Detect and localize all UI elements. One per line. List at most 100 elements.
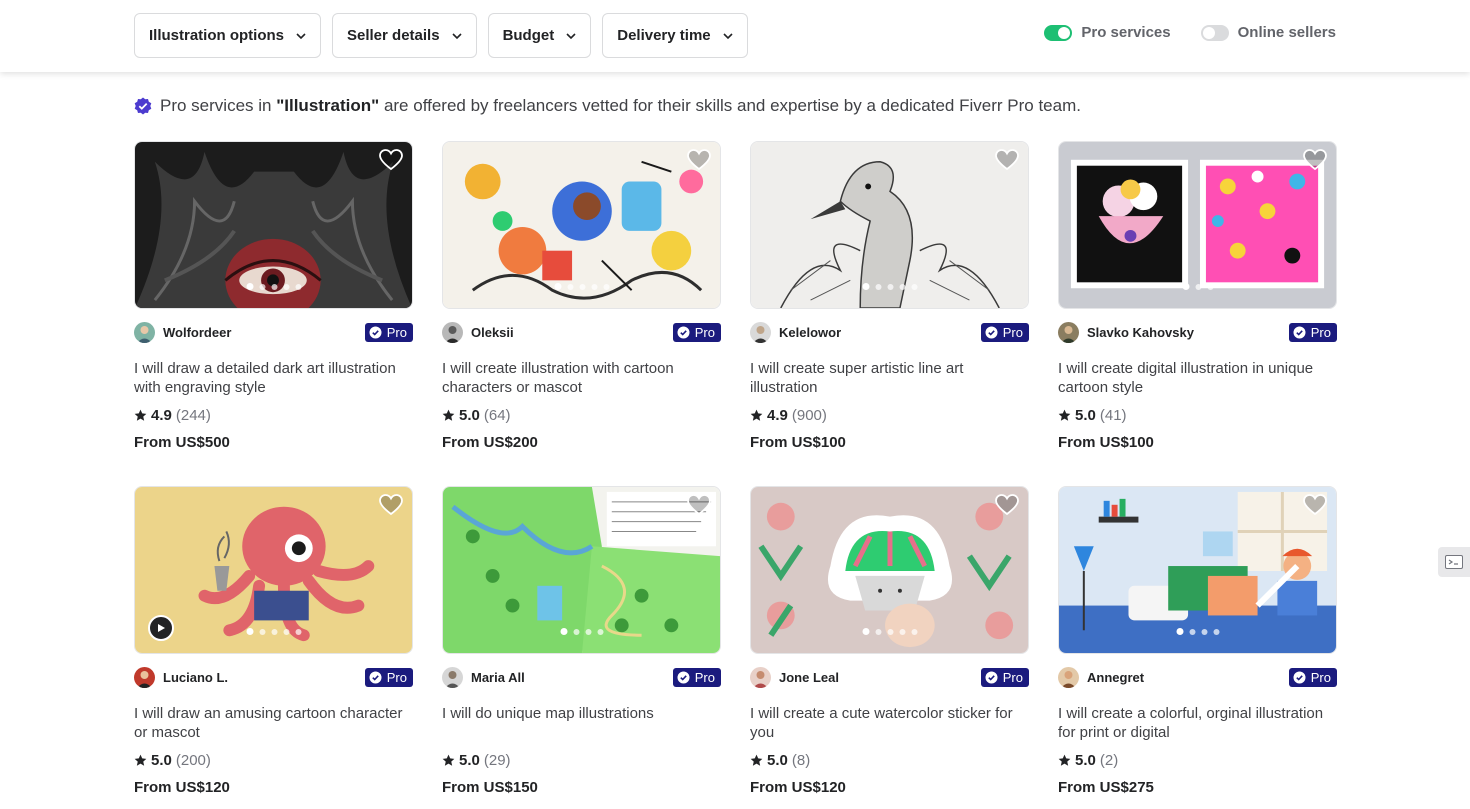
carousel-dots[interactable]: [554, 283, 609, 290]
gig-thumbnail[interactable]: [134, 141, 413, 309]
gig-thumbnail[interactable]: [442, 486, 721, 654]
gig-title[interactable]: I will do unique map illustrations: [442, 704, 721, 742]
gig-price[interactable]: From US$500: [134, 434, 413, 451]
seller-row: Kelelowor Pro: [750, 321, 1029, 343]
gig-card[interactable]: Annegret Pro I will create a colorful, o…: [1058, 486, 1337, 809]
seller-name[interactable]: Oleksii: [471, 325, 673, 340]
seller-name[interactable]: Annegret: [1087, 670, 1289, 685]
carousel-dots[interactable]: [1182, 283, 1213, 290]
gig-title[interactable]: I will draw an amusing cartoon character…: [134, 704, 413, 742]
heart-icon[interactable]: [995, 494, 1019, 516]
rating-score: 5.0: [1075, 407, 1096, 424]
seller-name[interactable]: Wolfordeer: [163, 325, 365, 340]
avatar[interactable]: [134, 321, 155, 343]
avatar[interactable]: [750, 666, 771, 688]
star-icon: [134, 409, 147, 421]
pro-services-toggle[interactable]: Pro services: [1044, 24, 1171, 41]
gig-card[interactable]: Oleksii Pro I will create illustration w…: [442, 141, 721, 464]
gig-title[interactable]: I will create super artistic line art il…: [750, 359, 1029, 397]
carousel-dots[interactable]: [246, 628, 301, 635]
gig-title[interactable]: I will create illustration with cartoon …: [442, 359, 721, 397]
pro-badge: Pro: [1288, 667, 1337, 687]
avatar[interactable]: [1058, 321, 1079, 343]
side-feedback-tab[interactable]: [1438, 547, 1470, 577]
avatar[interactable]: [1058, 666, 1079, 688]
carousel-dots[interactable]: [246, 283, 301, 290]
seller-name[interactable]: Luciano L.: [163, 670, 365, 685]
gig-card[interactable]: Maria All Pro I will do unique map illus…: [442, 486, 721, 809]
gig-price[interactable]: From US$120: [750, 779, 1029, 796]
filter-group: Illustration options Seller details Budg…: [134, 13, 748, 58]
heart-icon[interactable]: [687, 149, 711, 171]
gig-title[interactable]: I will create a colorful, orginal illust…: [1058, 704, 1337, 742]
gig-thumbnail[interactable]: [1058, 486, 1337, 654]
gig-card[interactable]: Luciano L. Pro I will draw an amusing ca…: [134, 486, 413, 809]
gig-card[interactable]: Slavko Kahovsky Pro I will create digita…: [1058, 141, 1337, 464]
gig-card[interactable]: Wolfordeer Pro I will draw a detailed da…: [134, 141, 413, 464]
star-icon: [750, 754, 763, 766]
gig-price[interactable]: From US$120: [134, 779, 413, 796]
seller-name[interactable]: Maria All: [471, 670, 673, 685]
filter-delivery-time[interactable]: Delivery time: [602, 13, 748, 58]
heart-icon[interactable]: [1303, 149, 1327, 171]
heart-icon[interactable]: [995, 149, 1019, 171]
review-count: (244): [175, 407, 211, 424]
heart-icon[interactable]: [1303, 494, 1327, 516]
avatar[interactable]: [134, 666, 155, 688]
carousel-dots[interactable]: [560, 628, 603, 635]
gig-price[interactable]: From US$200: [442, 434, 721, 451]
carousel-dots[interactable]: [862, 283, 917, 290]
gig-title[interactable]: I will draw a detailed dark art illustra…: [134, 359, 413, 397]
verified-check-icon: [369, 326, 382, 338]
gig-card[interactable]: Kelelowor Pro I will create super artist…: [750, 141, 1029, 464]
gig-title[interactable]: I will create digital illustration in un…: [1058, 359, 1337, 397]
gig-card[interactable]: Jone Leal Pro I will create a cute water…: [750, 486, 1029, 809]
pro-services-label: Pro services: [1081, 24, 1171, 41]
gig-price[interactable]: From US$275: [1058, 779, 1337, 796]
star-icon: [1058, 409, 1071, 421]
gig-rating: 5.0 (64): [442, 407, 721, 424]
heart-icon[interactable]: [379, 149, 403, 171]
gig-price[interactable]: From US$100: [750, 434, 1029, 451]
pro-note-text: Pro services in "Illustration" are offer…: [160, 96, 1081, 115]
verified-check-icon: [1293, 326, 1306, 338]
gig-title[interactable]: I will create a cute watercolor sticker …: [750, 704, 1029, 742]
rating-score: 4.9: [151, 407, 172, 424]
play-video-button[interactable]: [148, 615, 174, 641]
pro-badge: Pro: [672, 322, 721, 342]
filter-seller-details[interactable]: Seller details: [332, 13, 477, 58]
pro-services-switch[interactable]: [1044, 24, 1073, 41]
review-count: (200): [175, 752, 211, 769]
pro-badge: Pro: [672, 667, 721, 687]
seller-name[interactable]: Slavko Kahovsky: [1087, 325, 1289, 340]
seller-name[interactable]: Kelelowor: [779, 325, 981, 340]
avatar[interactable]: [442, 666, 463, 688]
carousel-dots[interactable]: [1176, 628, 1219, 635]
review-count: (64): [483, 407, 511, 424]
heart-icon[interactable]: [379, 494, 403, 516]
filter-illustration-options[interactable]: Illustration options: [134, 13, 321, 58]
online-sellers-switch[interactable]: [1200, 24, 1229, 41]
gig-thumbnail[interactable]: [134, 486, 413, 654]
filter-budget[interactable]: Budget: [487, 13, 592, 58]
gig-thumbnail[interactable]: [750, 486, 1029, 654]
verified-check-icon: [985, 671, 998, 683]
gig-price[interactable]: From US$150: [442, 779, 721, 796]
seller-name[interactable]: Jone Leal: [779, 670, 981, 685]
online-sellers-toggle[interactable]: Online sellers: [1200, 24, 1336, 41]
filter-bar: Illustration options Seller details Budg…: [0, 0, 1470, 72]
review-count: (41): [1099, 407, 1127, 424]
seller-row: Annegret Pro: [1058, 666, 1337, 688]
chevron-down-icon: [566, 32, 576, 39]
gig-thumbnail[interactable]: [1058, 141, 1337, 309]
gig-price[interactable]: From US$100: [1058, 434, 1337, 451]
heart-icon[interactable]: [687, 494, 711, 516]
gig-thumbnail[interactable]: [442, 141, 721, 309]
avatar[interactable]: [442, 321, 463, 343]
pro-badge: Pro: [364, 322, 413, 342]
star-icon: [442, 409, 455, 421]
carousel-dots[interactable]: [862, 628, 917, 635]
gig-thumbnail[interactable]: [750, 141, 1029, 309]
review-count: (900): [791, 407, 827, 424]
avatar[interactable]: [750, 321, 771, 343]
